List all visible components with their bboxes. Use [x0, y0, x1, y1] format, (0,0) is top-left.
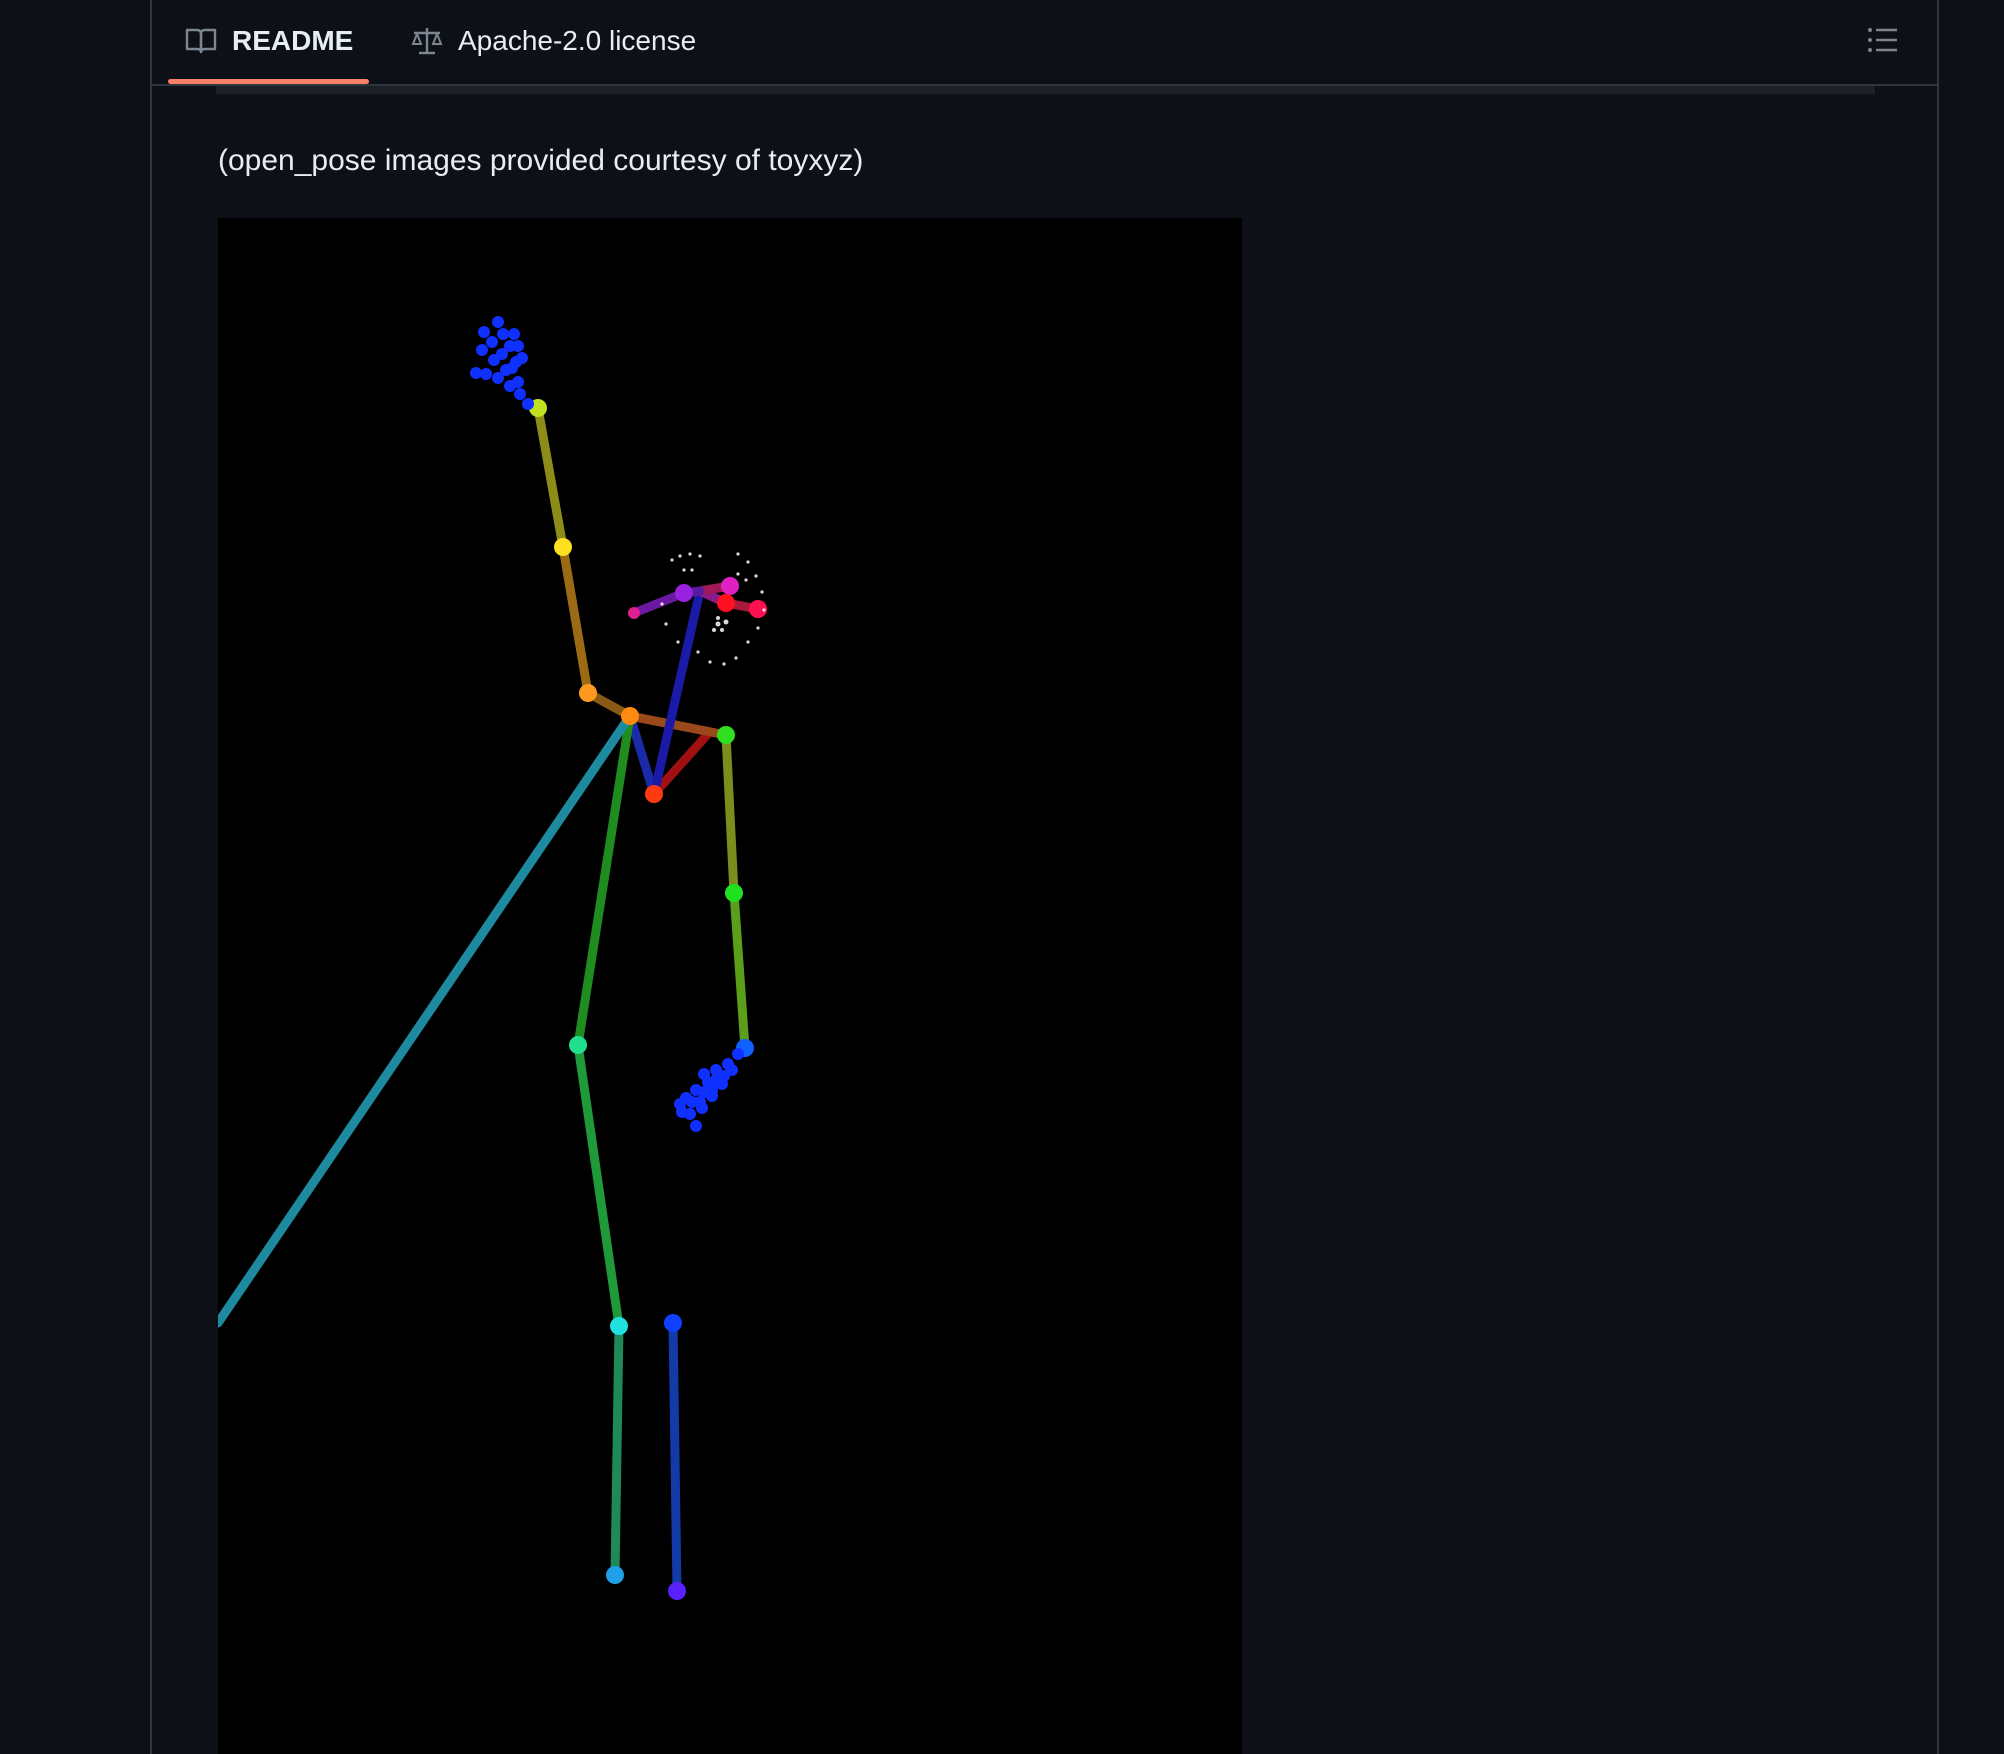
openpose-skeleton-image: [218, 218, 1242, 1754]
book-icon: [184, 24, 218, 58]
readme-tabbar: README Apache-2.0 license: [152, 0, 1937, 86]
image-caption: (open_pose images provided courtesy of t…: [218, 144, 864, 177]
table-of-contents-button[interactable]: [1859, 18, 1907, 66]
page: README Apache-2.0 license (open_pose ima…: [0, 0, 2004, 1754]
list-unordered-icon: [1867, 26, 1899, 59]
tab-readme-label: README: [232, 25, 354, 56]
tab-readme[interactable]: README: [168, 0, 370, 84]
content-top-divider: [216, 86, 1875, 94]
tab-license[interactable]: Apache-2.0 license: [394, 0, 712, 84]
readme-container: README Apache-2.0 license (open_pose ima…: [150, 0, 1939, 1754]
tab-license-label: Apache-2.0 license: [458, 25, 697, 56]
law-icon: [410, 24, 444, 58]
